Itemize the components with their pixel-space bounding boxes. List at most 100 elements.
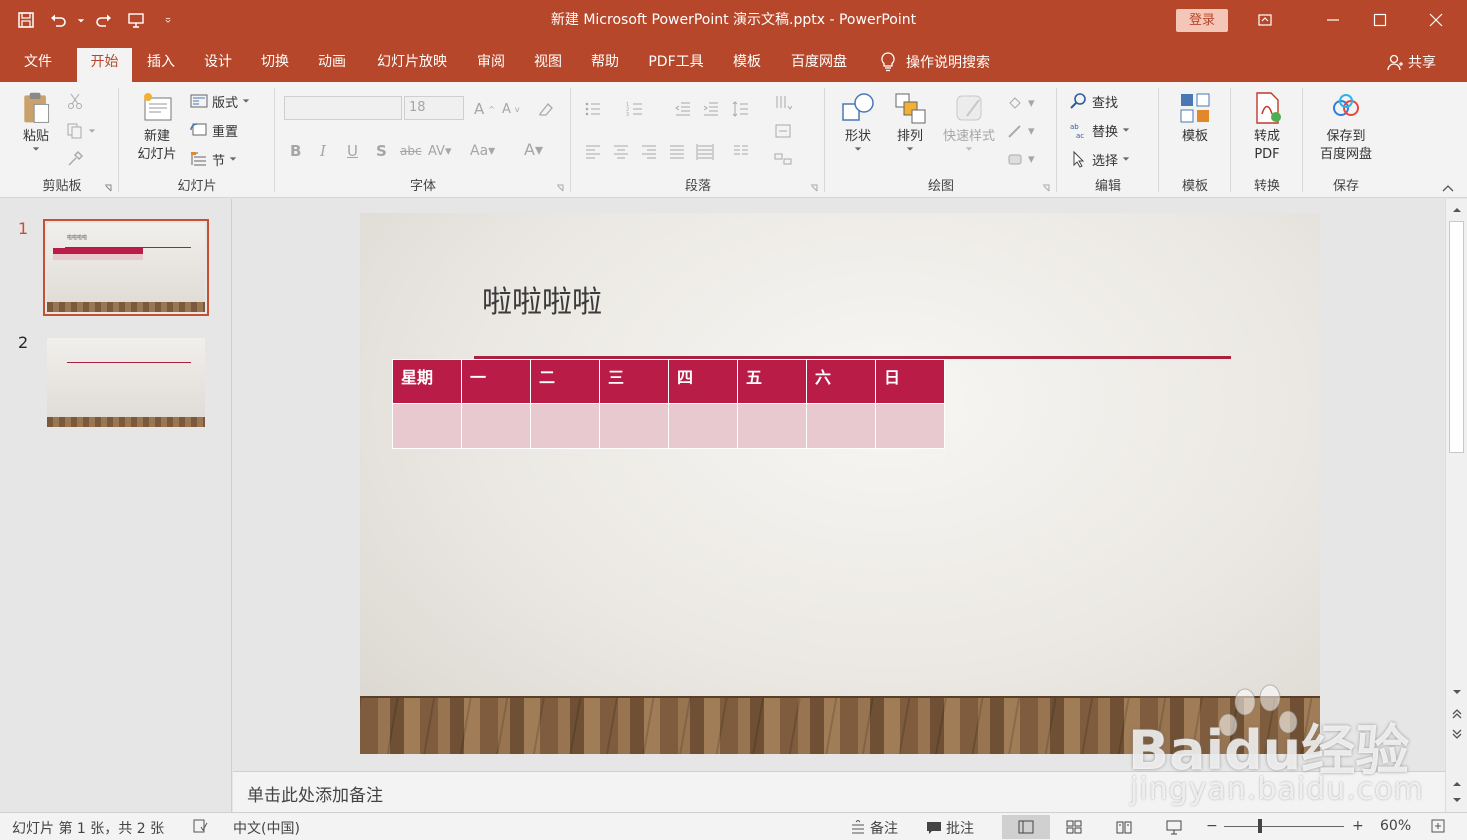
columns-icon[interactable] bbox=[732, 140, 750, 162]
zoom-slider-track[interactable] bbox=[1224, 826, 1344, 827]
tab-slideshow[interactable]: 幻灯片放映 bbox=[368, 48, 456, 82]
scrollbar-thumb[interactable] bbox=[1449, 221, 1464, 453]
table-cell[interactable] bbox=[392, 403, 462, 449]
notes-scroll-up-icon[interactable] bbox=[1452, 779, 1462, 789]
zoom-slider-thumb[interactable] bbox=[1258, 819, 1262, 833]
next-slide-icon[interactable] bbox=[1452, 729, 1462, 739]
new-slide-button[interactable]: 新建 幻灯片 bbox=[126, 90, 188, 164]
share-button[interactable]: 共享 bbox=[1386, 48, 1436, 76]
copy-button[interactable] bbox=[66, 120, 96, 142]
table-cell[interactable] bbox=[530, 403, 600, 449]
tell-me-search[interactable]: 操作说明搜索 bbox=[880, 48, 990, 76]
login-button[interactable]: 登录 bbox=[1176, 9, 1228, 32]
table-cell[interactable] bbox=[806, 403, 876, 449]
distributed-icon[interactable] bbox=[696, 140, 714, 162]
template-button[interactable]: 模板 bbox=[1173, 90, 1217, 146]
undo-icon[interactable] bbox=[44, 6, 72, 34]
table-header-cell[interactable]: 三 bbox=[599, 359, 669, 404]
tab-insert[interactable]: 插入 bbox=[138, 48, 184, 82]
find-button[interactable]: 查找 bbox=[1070, 90, 1118, 112]
convert-to-pdf-button[interactable]: 转成 PDF bbox=[1245, 90, 1289, 164]
slide-sorter-view-button[interactable] bbox=[1050, 815, 1098, 839]
slide-title[interactable]: 啦啦啦啦 bbox=[482, 277, 602, 321]
tab-animations[interactable]: 动画 bbox=[309, 48, 355, 82]
spell-check-button[interactable] bbox=[192, 818, 208, 834]
slide-thumbnail-1[interactable]: 啦啦啦啦 bbox=[43, 219, 209, 316]
save-icon[interactable] bbox=[12, 6, 40, 34]
notes-toggle-button[interactable]: 备注 bbox=[850, 818, 898, 838]
table-header-cell[interactable]: 一 bbox=[461, 359, 531, 404]
zoom-in-button[interactable]: + bbox=[1352, 818, 1364, 834]
previous-slide-icon[interactable] bbox=[1452, 709, 1462, 719]
tab-home[interactable]: 开始 bbox=[77, 48, 132, 82]
table-header-cell[interactable]: 二 bbox=[530, 359, 600, 404]
start-slideshow-icon[interactable] bbox=[122, 6, 150, 34]
reset-button[interactable]: 重置 bbox=[190, 119, 238, 141]
tab-baidu-netdisk[interactable]: 百度网盘 bbox=[782, 48, 856, 82]
convert-to-smartart-icon[interactable] bbox=[774, 148, 792, 170]
tab-pdf-tools[interactable]: PDF工具 bbox=[640, 48, 712, 82]
format-painter-button[interactable] bbox=[66, 148, 84, 170]
font-name-input[interactable] bbox=[284, 96, 402, 120]
vertical-scrollbar[interactable] bbox=[1445, 199, 1467, 812]
cut-button[interactable] bbox=[66, 90, 84, 112]
fit-to-window-button[interactable] bbox=[1430, 818, 1446, 834]
shapes-button[interactable]: 形状 bbox=[836, 90, 880, 152]
slide-canvas[interactable]: 啦啦啦啦 星期 一 二 三 四 五 六 日 bbox=[360, 213, 1320, 754]
align-left-icon[interactable] bbox=[584, 140, 602, 162]
undo-dropdown-icon[interactable] bbox=[76, 6, 86, 34]
comments-toggle-button[interactable]: 批注 bbox=[926, 818, 974, 838]
slideshow-view-button[interactable] bbox=[1150, 815, 1198, 839]
table-cell[interactable] bbox=[875, 403, 945, 449]
tab-transitions[interactable]: 切换 bbox=[252, 48, 298, 82]
select-button[interactable]: 选择 bbox=[1070, 148, 1130, 170]
bullets-icon[interactable] bbox=[584, 98, 602, 120]
table-header-cell[interactable]: 六 bbox=[806, 359, 876, 404]
save-to-netdisk-button[interactable]: 保存到 百度网盘 bbox=[1310, 90, 1382, 164]
dialog-launcher-icon[interactable] bbox=[556, 184, 564, 192]
table-cell[interactable] bbox=[461, 403, 531, 449]
table-cell[interactable] bbox=[599, 403, 669, 449]
strikethrough-icon[interactable]: abc bbox=[400, 140, 422, 162]
dialog-launcher-icon[interactable] bbox=[810, 184, 818, 192]
scroll-up-icon[interactable] bbox=[1452, 205, 1462, 215]
zoom-level[interactable]: 60% bbox=[1380, 818, 1411, 834]
replace-button[interactable]: ab ac 替换 bbox=[1070, 119, 1130, 141]
line-spacing-icon[interactable] bbox=[732, 98, 750, 120]
justify-icon[interactable] bbox=[668, 140, 686, 162]
table-cell[interactable] bbox=[737, 403, 807, 449]
weekday-table[interactable]: 星期 一 二 三 四 五 六 日 bbox=[392, 359, 945, 449]
minimize-icon[interactable] bbox=[1310, 0, 1356, 40]
tab-review[interactable]: 审阅 bbox=[468, 48, 514, 82]
tab-design[interactable]: 设计 bbox=[195, 48, 241, 82]
ribbon-display-options-icon[interactable] bbox=[1242, 0, 1288, 40]
quick-styles-button[interactable]: 快速样式 bbox=[936, 90, 1002, 152]
tab-templates[interactable]: 模板 bbox=[724, 48, 770, 82]
language-indicator[interactable]: 中文(中国) bbox=[233, 818, 300, 838]
reading-view-button[interactable] bbox=[1100, 815, 1148, 839]
redo-icon[interactable] bbox=[90, 6, 118, 34]
bold-icon[interactable]: B bbox=[290, 140, 301, 162]
dialog-launcher-icon[interactable] bbox=[1042, 184, 1050, 192]
font-size-input[interactable]: 18 bbox=[404, 96, 464, 120]
decrease-font-size-icon[interactable]: Av bbox=[502, 98, 520, 120]
table-header-cell[interactable]: 四 bbox=[668, 359, 738, 404]
arrange-button[interactable]: 排列 bbox=[888, 90, 932, 152]
table-header-cell[interactable]: 五 bbox=[737, 359, 807, 404]
collapse-ribbon-icon[interactable] bbox=[1441, 183, 1455, 193]
notes-scroll-down-icon[interactable] bbox=[1452, 795, 1462, 805]
section-button[interactable]: 节 bbox=[190, 148, 237, 170]
increase-indent-icon[interactable] bbox=[702, 98, 720, 120]
close-icon[interactable] bbox=[1413, 0, 1459, 40]
italic-icon[interactable]: I bbox=[320, 140, 326, 162]
tab-view[interactable]: 视图 bbox=[525, 48, 571, 82]
shape-effects-icon[interactable]: ▾ bbox=[1006, 148, 1035, 170]
tab-file[interactable]: 文件 bbox=[14, 48, 62, 82]
table-header-cell[interactable]: 日 bbox=[875, 359, 945, 404]
align-center-icon[interactable] bbox=[612, 140, 630, 162]
increase-font-size-icon[interactable]: A ^ bbox=[474, 98, 495, 120]
paste-button[interactable]: 粘贴 bbox=[14, 90, 58, 152]
tab-help[interactable]: 帮助 bbox=[582, 48, 628, 82]
layout-button[interactable]: 版式 bbox=[190, 90, 250, 112]
scroll-down-icon[interactable] bbox=[1452, 687, 1462, 697]
